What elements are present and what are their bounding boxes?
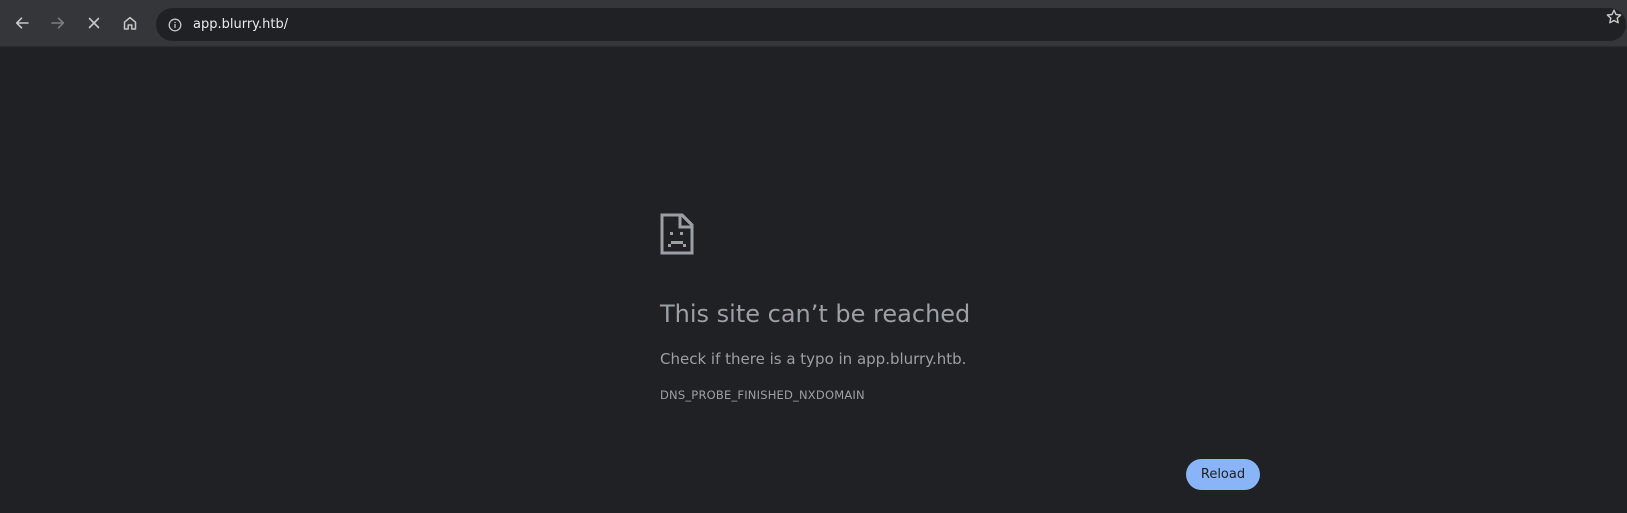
info-icon[interactable] [167,17,183,33]
error-headline: This site can’t be reached [660,300,971,328]
arrow-right-icon [51,17,65,29]
home-button[interactable] [115,8,145,38]
browser-toolbar: app.blurry.htb/ [0,0,1627,47]
arrow-left-icon [15,17,29,29]
close-icon [88,17,100,29]
sad-page-icon [660,213,694,259]
error-page [0,48,1627,513]
forward-button[interactable] [43,8,73,38]
home-icon [123,16,137,30]
url-text: app.blurry.htb/ [193,17,289,32]
stop-button[interactable] [79,8,109,38]
back-button[interactable] [7,8,37,38]
error-code: DNS_PROBE_FINISHED_NXDOMAIN [660,388,865,402]
reload-button[interactable]: Reload [1186,459,1260,490]
address-bar[interactable]: app.blurry.htb/ [156,8,1626,41]
star-icon[interactable] [1605,8,1623,26]
error-suggestion: Check if there is a typo in app.blurry.h… [660,350,967,368]
